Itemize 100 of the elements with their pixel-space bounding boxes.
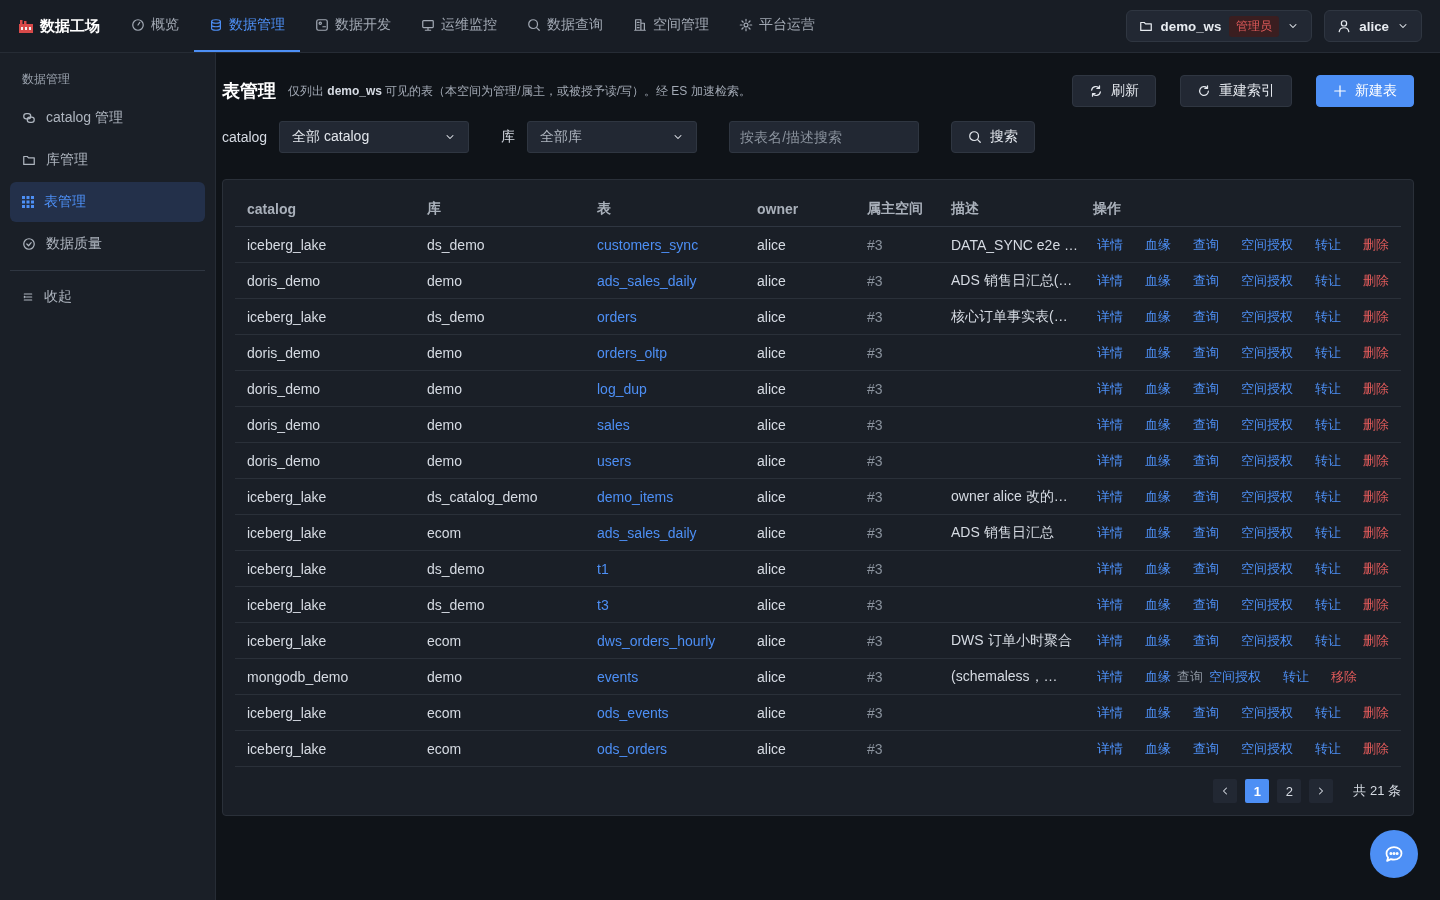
next-page-button[interactable]: [1309, 779, 1334, 803]
action-link[interactable]: 血缘: [1145, 739, 1171, 758]
action-link[interactable]: 转让: [1315, 415, 1341, 434]
action-link[interactable]: 血缘: [1145, 559, 1171, 578]
table-name-link[interactable]: orders_oltp: [585, 334, 745, 371]
search-field[interactable]: 按表名/描述搜索: [729, 121, 920, 153]
action-link[interactable]: 详情: [1097, 739, 1123, 758]
nav-tab[interactable]: 运维监控: [406, 0, 512, 52]
delete-link[interactable]: 删除: [1363, 271, 1389, 290]
delete-link[interactable]: 删除: [1363, 307, 1389, 326]
action-link[interactable]: 血缘: [1145, 523, 1171, 542]
action-link[interactable]: 血缘: [1145, 667, 1171, 686]
action-link[interactable]: 空间授权: [1241, 559, 1293, 578]
action-link[interactable]: 血缘: [1145, 235, 1171, 254]
action-link[interactable]: 查询: [1193, 595, 1219, 614]
delete-link[interactable]: 删除: [1363, 379, 1389, 398]
action-link[interactable]: 查询: [1193, 343, 1219, 362]
action-link[interactable]: 血缘: [1145, 451, 1171, 470]
action-link[interactable]: 详情: [1097, 703, 1123, 722]
delete-link[interactable]: 删除: [1363, 703, 1389, 722]
page-button[interactable]: 1: [1245, 779, 1270, 803]
action-link[interactable]: 空间授权: [1241, 631, 1293, 650]
action-link[interactable]: 查询: [1193, 235, 1219, 254]
refresh-button[interactable]: 刷新: [1072, 75, 1156, 107]
nav-tab[interactable]: 空间管理: [618, 0, 724, 52]
action-link[interactable]: 转让: [1315, 271, 1341, 290]
collapse-sidebar-item[interactable]: 收起: [10, 277, 205, 317]
action-link[interactable]: 查询: [1193, 523, 1219, 542]
action-link[interactable]: 详情: [1097, 415, 1123, 434]
action-link[interactable]: 查询: [1193, 451, 1219, 470]
action-link[interactable]: 空间授权: [1241, 451, 1293, 470]
action-link[interactable]: 转让: [1315, 703, 1341, 722]
nav-tab[interactable]: 数据开发: [300, 0, 406, 52]
action-link[interactable]: 查询: [1193, 307, 1219, 326]
delete-link[interactable]: 删除: [1363, 415, 1389, 434]
action-link[interactable]: 详情: [1097, 307, 1123, 326]
action-link[interactable]: 血缘: [1145, 415, 1171, 434]
table-name-link[interactable]: t3: [585, 586, 745, 623]
table-name-link[interactable]: ods_events: [585, 694, 745, 731]
action-link[interactable]: 查询: [1193, 271, 1219, 290]
chat-button[interactable]: [1370, 830, 1418, 878]
action-link[interactable]: 查询: [1193, 559, 1219, 578]
page-button[interactable]: 2: [1277, 779, 1302, 803]
action-link[interactable]: 详情: [1097, 523, 1123, 542]
delete-link[interactable]: 移除: [1331, 667, 1357, 686]
action-link[interactable]: 转让: [1315, 739, 1341, 758]
action-link[interactable]: 空间授权: [1241, 595, 1293, 614]
search-button[interactable]: 搜索: [951, 121, 1036, 153]
action-link[interactable]: 空间授权: [1241, 487, 1293, 506]
nav-tab[interactable]: 数据管理: [194, 0, 300, 52]
previous-page-button[interactable]: [1213, 779, 1238, 803]
delete-link[interactable]: 删除: [1363, 631, 1389, 650]
action-link[interactable]: 查询: [1193, 415, 1219, 434]
action-link[interactable]: 详情: [1097, 379, 1123, 398]
action-link[interactable]: 详情: [1097, 487, 1123, 506]
action-link[interactable]: 空间授权: [1241, 415, 1293, 434]
action-link[interactable]: 空间授权: [1241, 739, 1293, 758]
sidebar-item[interactable]: 库管理: [10, 140, 205, 180]
action-link[interactable]: 空间授权: [1241, 523, 1293, 542]
action-link[interactable]: 查询: [1193, 703, 1219, 722]
action-link[interactable]: 空间授权: [1241, 271, 1293, 290]
action-link[interactable]: 血缘: [1145, 631, 1171, 650]
action-link[interactable]: 空间授权: [1241, 343, 1293, 362]
action-link[interactable]: 查询: [1193, 631, 1219, 650]
nav-tab[interactable]: 数据查询: [512, 0, 618, 52]
action-link[interactable]: 详情: [1097, 631, 1123, 650]
action-link[interactable]: 转让: [1315, 235, 1341, 254]
delete-link[interactable]: 删除: [1363, 343, 1389, 362]
user-menu[interactable]: alice: [1324, 10, 1422, 42]
action-link[interactable]: 空间授权: [1241, 379, 1293, 398]
action-link[interactable]: 空间授权: [1241, 703, 1293, 722]
nav-tab[interactable]: 概览: [116, 0, 194, 52]
action-link[interactable]: 查询: [1193, 487, 1219, 506]
action-link[interactable]: 详情: [1097, 559, 1123, 578]
action-link[interactable]: 转让: [1315, 307, 1341, 326]
action-link[interactable]: 血缘: [1145, 595, 1171, 614]
action-link[interactable]: 转让: [1315, 343, 1341, 362]
action-link[interactable]: 详情: [1097, 271, 1123, 290]
table-name-link[interactable]: demo_items: [585, 478, 745, 515]
action-link[interactable]: 血缘: [1145, 487, 1171, 506]
action-link[interactable]: 详情: [1097, 343, 1123, 362]
action-link[interactable]: 详情: [1097, 667, 1123, 686]
action-link[interactable]: 转让: [1315, 523, 1341, 542]
action-link[interactable]: 转让: [1315, 379, 1341, 398]
delete-link[interactable]: 删除: [1363, 559, 1389, 578]
action-link[interactable]: 详情: [1097, 595, 1123, 614]
action-link[interactable]: 血缘: [1145, 307, 1171, 326]
nav-tab[interactable]: 平台运营: [724, 0, 830, 52]
action-link[interactable]: 详情: [1097, 235, 1123, 254]
table-name-link[interactable]: orders: [585, 298, 745, 335]
action-link[interactable]: 空间授权: [1241, 235, 1293, 254]
action-link[interactable]: 转让: [1283, 667, 1309, 686]
action-link[interactable]: 转让: [1315, 559, 1341, 578]
rebuild-index-button[interactable]: 重建索引: [1180, 75, 1292, 107]
table-name-link[interactable]: users: [585, 442, 745, 479]
delete-link[interactable]: 删除: [1363, 523, 1389, 542]
table-name-link[interactable]: customers_sync: [585, 226, 745, 263]
sidebar-item[interactable]: 表管理: [10, 182, 205, 222]
sidebar-item[interactable]: 数据质量: [10, 224, 205, 264]
action-link[interactable]: 血缘: [1145, 703, 1171, 722]
